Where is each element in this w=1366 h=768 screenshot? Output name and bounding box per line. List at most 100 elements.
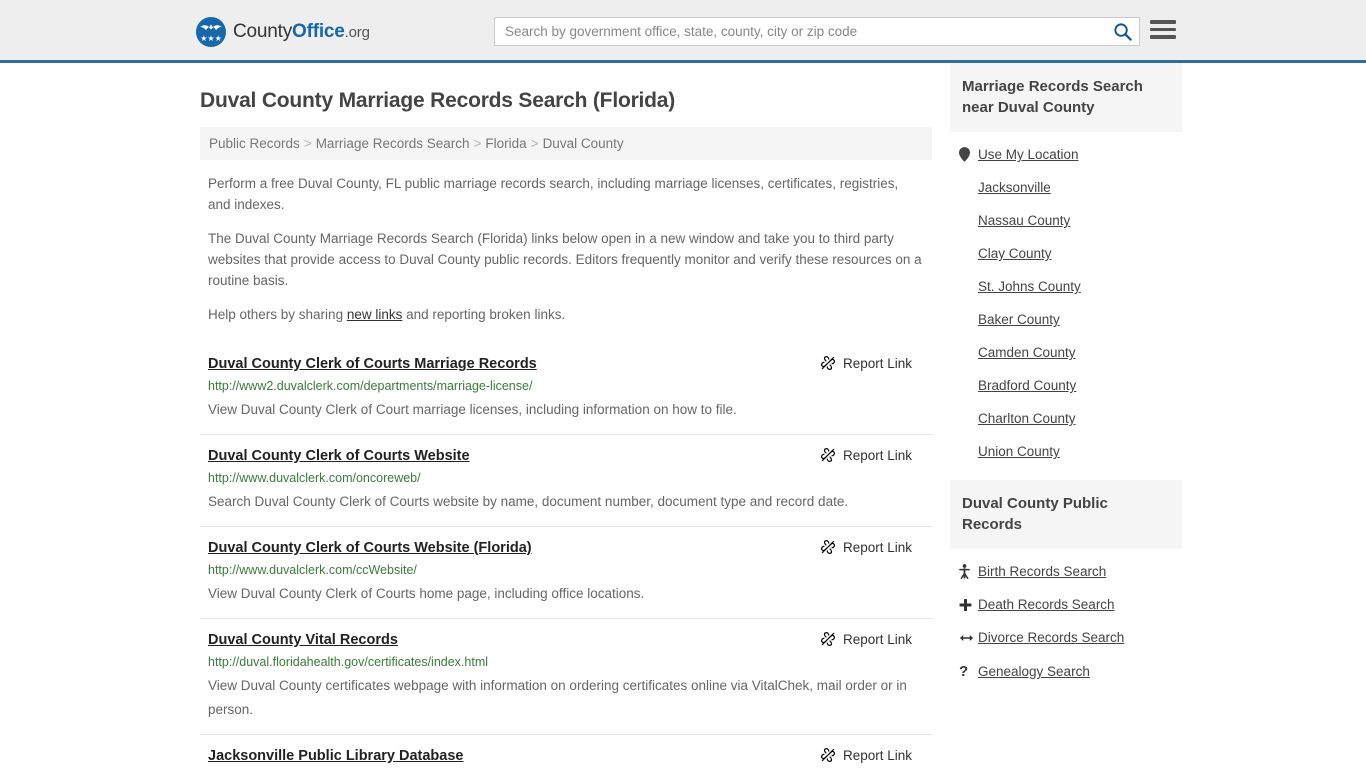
report-link-button[interactable]: Report Link	[820, 446, 912, 463]
share-text-after: and reporting broken links.	[402, 307, 566, 322]
search-icon	[1113, 23, 1132, 41]
sidebar-item-jacksonville[interactable]: Jacksonville	[950, 171, 1182, 204]
hamburger-bar	[1150, 35, 1176, 39]
question-mark-icon: ?	[959, 663, 969, 680]
result-title-link[interactable]: Duval County Vital Records	[208, 630, 398, 650]
sidebar-link-label[interactable]: Bradford County	[978, 378, 1076, 393]
sidebar-item-charlton-county[interactable]: Charlton County	[950, 402, 1182, 435]
main-content: Duval County Marriage Records Search (Fl…	[200, 63, 932, 768]
report-link-button[interactable]: Report Link	[820, 538, 912, 555]
logo-text-county: County	[233, 21, 293, 42]
result-title-link[interactable]: Duval County Clerk of Courts Website	[208, 446, 470, 466]
broken-link-icon	[820, 632, 835, 646]
result-description: View Duval County Clerk of Court marriag…	[208, 402, 737, 417]
report-link-button[interactable]: Report Link	[820, 630, 912, 647]
logo-wordmark: CountyOffice.org	[233, 21, 370, 43]
sidebar-item-camden-county[interactable]: Camden County	[950, 336, 1182, 369]
site-logo[interactable]: ★★★ CountyOffice.org	[196, 17, 370, 47]
sidebar-item-st-johns-county[interactable]: St. Johns County	[950, 270, 1182, 303]
sidebar-link-label[interactable]: Baker County	[978, 312, 1060, 327]
intro-paragraph-3: Help others by sharing new links and rep…	[200, 304, 932, 325]
result-url[interactable]: http://duval.floridahealth.gov/certifica…	[208, 654, 924, 671]
sidebar-item-genealogy-search[interactable]: ? Genealogy Search	[950, 654, 1182, 689]
sidebar-link-label[interactable]: Clay County	[978, 246, 1052, 261]
result-title-link[interactable]: Duval County Clerk of Courts Website (Fl…	[208, 538, 532, 558]
breadcrumb-separator: >	[473, 136, 482, 151]
sidebar-link-label[interactable]: Camden County	[978, 345, 1076, 360]
hamburger-bar	[1150, 20, 1176, 24]
report-link-button[interactable]: Report Link	[820, 746, 912, 763]
sidebar-item-nassau-county[interactable]: Nassau County	[950, 204, 1182, 237]
sidebar-item-use-my-location[interactable]: Use My Location	[950, 138, 1182, 171]
report-link-label: Report Link	[842, 631, 912, 647]
result-description: View Duval County certificates webpage w…	[208, 678, 907, 717]
report-link-label: Report Link	[842, 539, 912, 555]
sidebar-link-label[interactable]: Nassau County	[978, 213, 1070, 228]
eagle-seal-icon: ★★★	[196, 17, 226, 47]
breadcrumb-separator: >	[303, 136, 312, 151]
breadcrumb-item-florida[interactable]: Florida	[485, 136, 526, 151]
result-item: Duval County Clerk of Courts Website Rep…	[200, 434, 932, 526]
breadcrumb-item-public-records[interactable]: Public Records	[209, 136, 300, 151]
result-url[interactable]: http://www.duvalclerk.com/ccWebsite/	[208, 562, 924, 579]
hamburger-menu-icon[interactable]	[1150, 20, 1176, 39]
sidebar-link-label[interactable]: Union County	[978, 444, 1060, 459]
intro-paragraph-2: The Duval County Marriage Records Search…	[208, 231, 922, 288]
sidebar-link-label[interactable]: Divorce Records Search	[978, 630, 1124, 645]
left-right-arrow-icon	[959, 632, 978, 644]
sidebar-item-union-county[interactable]: Union County	[950, 435, 1182, 468]
sidebar: Marriage Records Search near Duval Count…	[950, 63, 1182, 689]
sidebar-link-label[interactable]: Use My Location	[978, 147, 1079, 162]
intro-paragraph-1: Perform a free Duval County, FL public m…	[208, 176, 899, 212]
result-url[interactable]: http://www.duvalclerk.com/oncoreweb/	[208, 470, 924, 487]
sidebar-item-death-records-search[interactable]: Death Records Search	[950, 588, 1182, 621]
broken-link-icon	[820, 448, 835, 462]
sidebar-link-label[interactable]: Death Records Search	[978, 597, 1115, 612]
search-bar[interactable]	[494, 17, 1140, 46]
hamburger-bar	[1150, 27, 1176, 31]
result-title-link[interactable]: Jacksonville Public Library Database	[208, 746, 463, 766]
result-item: Duval County Clerk of Courts Website (Fl…	[200, 526, 932, 618]
broken-link-icon	[820, 356, 835, 370]
logo-text-org: .org	[344, 24, 370, 41]
sidebar-link-label[interactable]: Jacksonville	[978, 180, 1051, 195]
breadcrumb: Public Records > Marriage Records Search > F…	[200, 127, 932, 160]
sidebar-item-baker-county[interactable]: Baker County	[950, 303, 1182, 336]
result-description: Search Duval County Clerk of Courts webs…	[208, 494, 849, 509]
stars-glyph: ★★★	[200, 34, 222, 43]
breadcrumb-item-duval-county[interactable]: Duval County	[543, 136, 624, 151]
sidebar-nearby-list: Use My Location Jacksonville Nassau Coun…	[950, 132, 1182, 468]
breadcrumb-separator: >	[530, 136, 539, 151]
sidebar-item-divorce-records-search[interactable]: Divorce Records Search	[950, 621, 1182, 654]
eagle-glyph	[200, 24, 222, 30]
results-list: Duval County Clerk of Courts Marriage Re…	[200, 343, 932, 768]
broken-link-icon	[820, 748, 835, 762]
page-title: Duval County Marriage Records Search (Fl…	[200, 89, 676, 112]
result-description: View Duval County Clerk of Courts home p…	[208, 586, 645, 601]
report-link-label: Report Link	[842, 747, 912, 763]
new-links-link[interactable]: new links	[347, 307, 403, 322]
broken-link-icon	[820, 540, 835, 554]
search-button[interactable]	[1105, 18, 1139, 45]
sidebar-section-nearby: Marriage Records Search near Duval Count…	[950, 63, 1182, 468]
report-link-label: Report Link	[842, 355, 912, 371]
sidebar-item-bradford-county[interactable]: Bradford County	[950, 369, 1182, 402]
result-url[interactable]: http://www2.duvalclerk.com/departments/m…	[208, 378, 924, 395]
baby-icon	[959, 564, 978, 579]
sidebar-item-clay-county[interactable]: Clay County	[950, 237, 1182, 270]
sidebar-item-birth-records-search[interactable]: Birth Records Search	[950, 555, 1182, 588]
sidebar-link-label[interactable]: Charlton County	[978, 411, 1076, 426]
breadcrumb-item-marriage-records-search[interactable]: Marriage Records Search	[316, 136, 470, 151]
sidebar-link-label[interactable]: Genealogy Search	[978, 664, 1090, 679]
cross-icon	[959, 598, 978, 612]
report-link-label: Report Link	[842, 447, 912, 463]
search-input[interactable]	[495, 18, 1105, 45]
result-item: Duval County Vital Records Report Link h…	[200, 618, 932, 734]
logo-text-office: Office	[292, 21, 345, 42]
report-link-button[interactable]: Report Link	[820, 354, 912, 371]
map-pin-icon	[959, 147, 978, 162]
sidebar-link-label[interactable]: St. Johns County	[978, 279, 1081, 294]
result-title-link[interactable]: Duval County Clerk of Courts Marriage Re…	[208, 354, 537, 374]
sidebar-link-label[interactable]: Birth Records Search	[978, 564, 1106, 579]
